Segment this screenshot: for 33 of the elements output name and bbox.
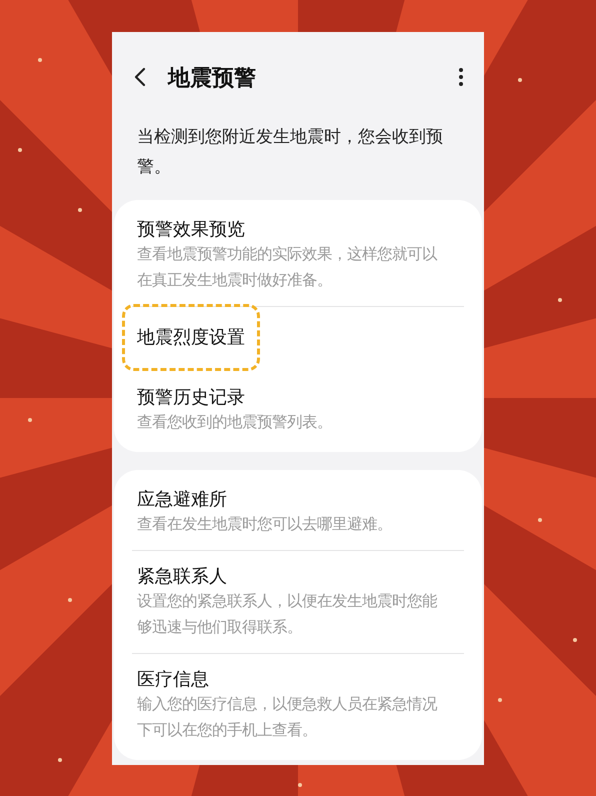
settings-item[interactable]: 紧急联系人 设置您的紧急联系人，以便在发生地震时您能够迅速与他们取得联系。 bbox=[132, 550, 464, 653]
confetti-dot bbox=[18, 148, 22, 152]
item-description: 查看您收到的地震预警列表。 bbox=[137, 413, 333, 433]
item-title: 预警效果预览 bbox=[137, 218, 246, 241]
settings-item[interactable]: 地震烈度设置 bbox=[132, 306, 464, 372]
item-description: 设置您的紧急联系人，以便在发生地震时您能够迅速与他们取得联系。 bbox=[137, 592, 438, 638]
confetti-dot bbox=[68, 598, 72, 602]
confetti-dot bbox=[58, 758, 62, 762]
back-button[interactable] bbox=[134, 67, 146, 87]
confetti-dot bbox=[28, 418, 32, 422]
confetti-dot bbox=[558, 298, 562, 302]
confetti-dot bbox=[538, 518, 542, 522]
settings-item[interactable]: 应急避难所 查看在发生地震时您可以去哪里避难。 bbox=[132, 474, 464, 550]
item-title: 医疗信息 bbox=[137, 668, 210, 691]
settings-item[interactable]: 预警历史记录 查看您收到的地震预警列表。 bbox=[132, 372, 464, 448]
settings-item[interactable]: 预警效果预览 查看地震预警功能的实际效果，这样您就可以在真正发生地震时做好准备。 bbox=[132, 204, 464, 306]
confetti-dot bbox=[78, 208, 82, 212]
item-title: 地震烈度设置 bbox=[137, 326, 246, 349]
page-title: 地震预警 bbox=[168, 64, 256, 92]
settings-item[interactable]: 医疗信息 输入您的医疗信息，以便急救人员在紧急情况下可以在您的手机上查看。 bbox=[132, 653, 464, 756]
more-options-button[interactable] bbox=[458, 67, 464, 87]
item-description: 查看地震预警功能的实际效果，这样您就可以在真正发生地震时做好准备。 bbox=[137, 245, 438, 291]
item-title: 紧急联系人 bbox=[137, 565, 228, 588]
description-text: 当检测到您附近发生地震时，您会收到预警。 bbox=[136, 126, 444, 178]
confetti-dot bbox=[298, 783, 302, 787]
confetti-dot bbox=[518, 78, 522, 82]
confetti-dot bbox=[498, 698, 502, 702]
confetti-dot bbox=[38, 58, 42, 62]
item-title: 应急避难所 bbox=[137, 488, 228, 511]
confetti-dot bbox=[573, 638, 577, 642]
item-description: 输入您的医疗信息，以便急救人员在紧急情况下可以在您的手机上查看。 bbox=[137, 695, 438, 741]
item-description: 查看在发生地震时您可以去哪里避难。 bbox=[137, 515, 393, 535]
item-title: 预警历史记录 bbox=[137, 386, 246, 409]
